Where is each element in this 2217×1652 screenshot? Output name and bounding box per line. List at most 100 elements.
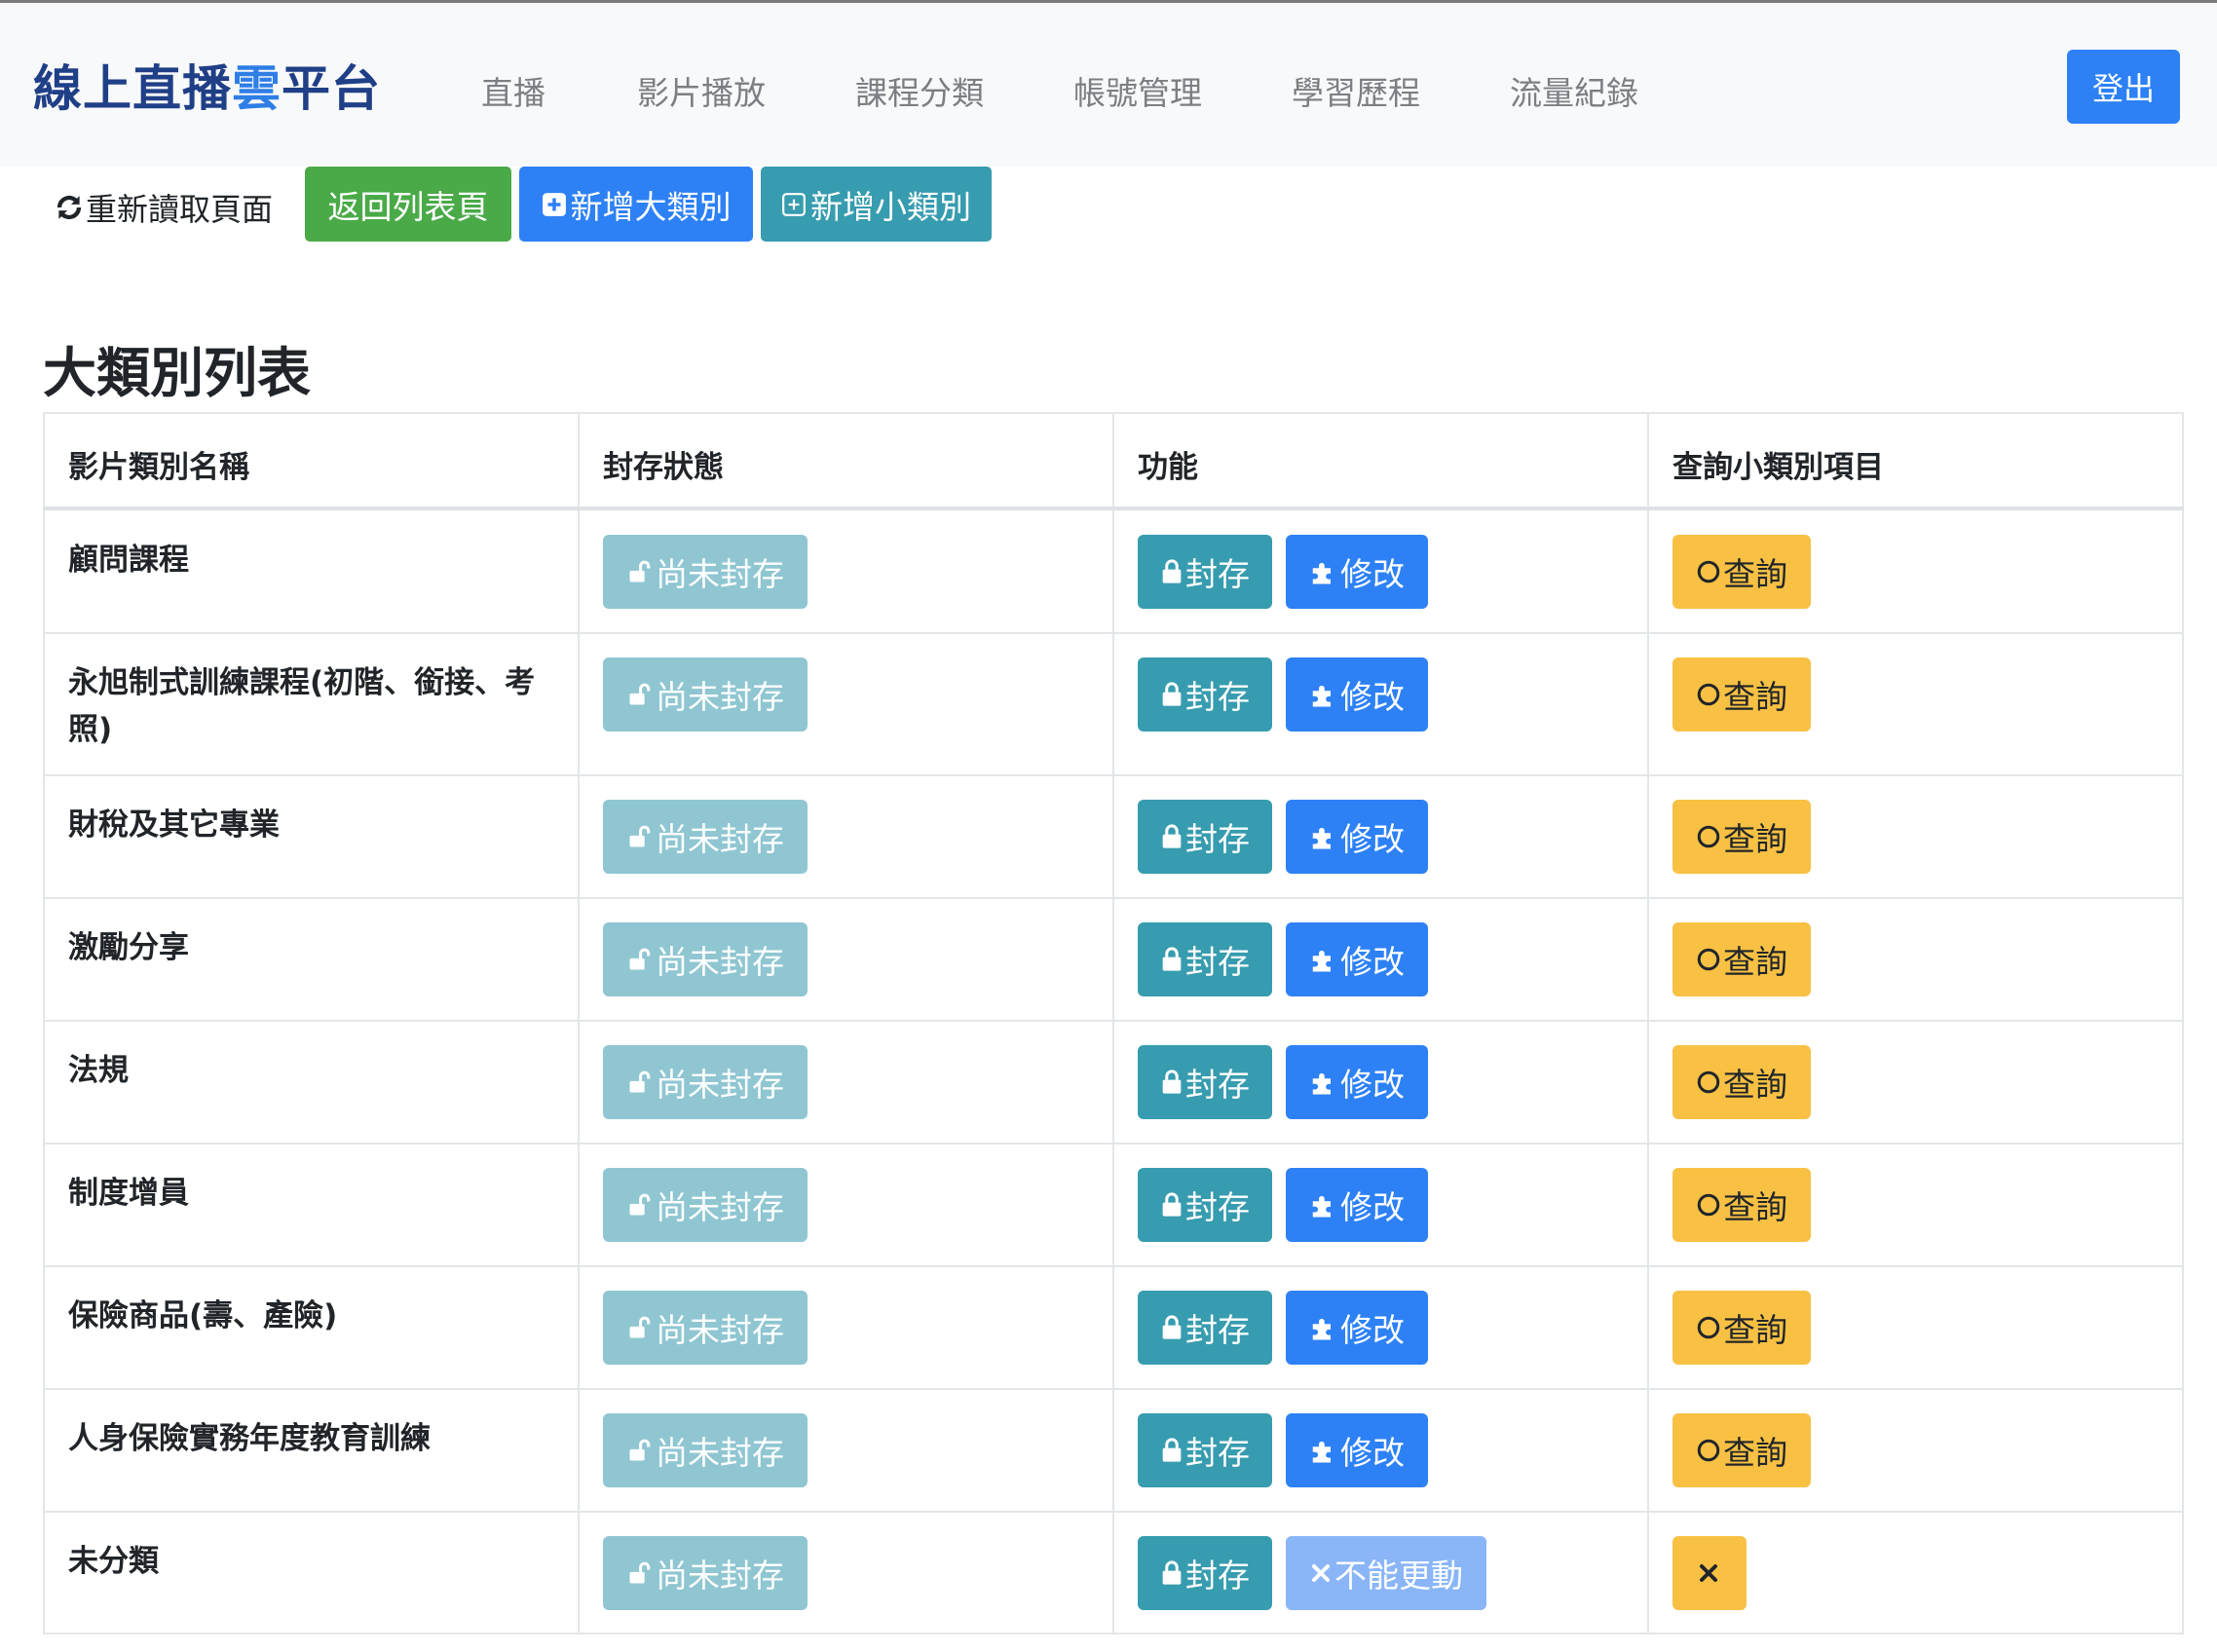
nav-link-live[interactable]: 直播 [481, 67, 545, 114]
circle-icon [1696, 824, 1723, 849]
archive-status-button[interactable]: 尚未封存 [603, 1536, 808, 1610]
archive-button[interactable]: 封存 [1138, 1291, 1272, 1365]
lock-icon [1160, 823, 1185, 850]
modify-button[interactable]: 修改 [1286, 1168, 1428, 1242]
archive-status-label: 尚未封存 [656, 1557, 784, 1595]
archive-status-button[interactable]: 尚未封存 [603, 1168, 808, 1242]
archive-button[interactable]: 封存 [1138, 1413, 1272, 1487]
archive-status-button[interactable]: 尚未封存 [603, 657, 808, 732]
query-subcategory-button[interactable]: 查詢 [1672, 1045, 1811, 1119]
query-label: 查詢 [1723, 1434, 1787, 1472]
archive-status-button[interactable]: 尚未封存 [603, 922, 808, 996]
category-name: 財稅及其它專業 [68, 807, 280, 843]
archive-status-label: 尚未封存 [656, 1311, 784, 1349]
lock-icon [1160, 1559, 1185, 1587]
category-name: 未分類 [68, 1544, 159, 1579]
nav-link-video-playback[interactable]: 影片播放 [637, 67, 766, 114]
query-subcategory-button[interactable]: 查詢 [1672, 800, 1811, 874]
plus-square-icon [542, 192, 571, 217]
archive-status-button[interactable]: 尚未封存 [603, 1291, 808, 1365]
unlock-icon [626, 558, 656, 585]
archive-button[interactable]: 封存 [1138, 1168, 1272, 1242]
navbar: 線上直播雲平台 直播 影片播放 課程分類 帳號管理 學習歷程 流量紀錄 登出 [0, 3, 2217, 167]
nav-link-course-categories[interactable]: 課程分類 [855, 67, 984, 114]
puzzle-icon [1309, 1313, 1340, 1342]
puzzle-icon [1309, 822, 1340, 851]
circle-icon [1696, 1438, 1723, 1463]
archive-status-button[interactable]: 尚未封存 [603, 1413, 808, 1487]
nav-link-account-management[interactable]: 帳號管理 [1073, 67, 1202, 114]
back-to-list-button[interactable]: 返回列表頁 [305, 167, 511, 242]
row-divider [43, 1265, 2184, 1267]
add-minor-category-button[interactable]: 新增小類別 [761, 167, 992, 242]
logout-button[interactable]: 登出 [2067, 50, 2180, 124]
row-divider [43, 897, 2184, 899]
modify-button[interactable]: 修改 [1286, 922, 1428, 996]
query-subcategory-button[interactable]: 查詢 [1672, 1291, 1811, 1365]
cannot-modify-label: 不能更動 [1334, 1557, 1463, 1595]
query-label: 查詢 [1723, 1066, 1787, 1104]
modify-label: 修改 [1340, 820, 1405, 858]
add-minor-category-label: 新增小類別 [810, 187, 971, 226]
unlock-icon [626, 1314, 656, 1341]
row-divider [43, 774, 2184, 776]
archive-status-button[interactable]: 尚未封存 [603, 535, 808, 609]
unlock-icon [626, 946, 656, 973]
add-major-category-button[interactable]: 新增大類別 [519, 167, 753, 242]
nav-link-traffic-log[interactable]: 流量紀錄 [1510, 67, 1638, 114]
query-subcategory-button[interactable]: 查詢 [1672, 657, 1811, 732]
modify-button[interactable]: 修改 [1286, 800, 1428, 874]
archive-label: 封存 [1185, 1557, 1250, 1595]
column-divider [1647, 412, 1649, 1634]
unlock-icon [626, 823, 656, 850]
query-label: 查詢 [1723, 1188, 1787, 1226]
modify-button[interactable]: 修改 [1286, 1413, 1428, 1487]
brand-logo[interactable]: 線上直播雲平台 [33, 50, 381, 120]
query-subcategory-button[interactable]: 查詢 [1672, 1168, 1811, 1242]
query-label: 查詢 [1723, 820, 1787, 858]
category-name: 人身保險實務年度教育訓練 [68, 1421, 431, 1456]
archive-button[interactable]: 封存 [1138, 1536, 1272, 1610]
query-label: 查詢 [1723, 555, 1787, 593]
category-name: 激勵分享 [68, 930, 189, 965]
no-query-button[interactable] [1672, 1536, 1747, 1610]
archive-button[interactable]: 封存 [1138, 535, 1272, 609]
archive-button[interactable]: 封存 [1138, 1045, 1272, 1119]
archive-label: 封存 [1185, 1066, 1250, 1104]
x-icon [1309, 1561, 1334, 1585]
query-subcategory-button[interactable]: 查詢 [1672, 1413, 1811, 1487]
circle-icon [1696, 1070, 1723, 1095]
puzzle-icon [1309, 945, 1340, 974]
query-subcategory-button[interactable]: 查詢 [1672, 535, 1811, 609]
archive-status-label: 尚未封存 [656, 555, 784, 593]
unlock-icon [626, 681, 656, 708]
modify-label: 修改 [1340, 1188, 1405, 1226]
modify-button[interactable]: 修改 [1286, 1291, 1428, 1365]
back-to-list-label: 返回列表頁 [327, 187, 489, 226]
column-divider [578, 412, 580, 1634]
archive-button[interactable]: 封存 [1138, 657, 1272, 732]
modify-button[interactable]: 修改 [1286, 1045, 1428, 1119]
reload-page-link[interactable]: 重新讀取頁面 [55, 185, 273, 230]
archive-button[interactable]: 封存 [1138, 922, 1272, 996]
modify-button[interactable]: 修改 [1286, 657, 1428, 732]
archive-status-button[interactable]: 尚未封存 [603, 1045, 808, 1119]
modify-label: 修改 [1340, 1434, 1405, 1472]
modify-button[interactable]: 修改 [1286, 535, 1428, 609]
puzzle-icon [1309, 680, 1340, 709]
archive-status-label: 尚未封存 [656, 1188, 784, 1226]
archive-button[interactable]: 封存 [1138, 800, 1272, 874]
row-divider [43, 632, 2184, 634]
plus-square-outline-icon [781, 192, 810, 217]
header-divider [43, 507, 2184, 510]
archive-label: 封存 [1185, 678, 1250, 716]
refresh-icon [55, 193, 84, 222]
row-divider [43, 1388, 2184, 1390]
archive-status-button[interactable]: 尚未封存 [603, 800, 808, 874]
puzzle-icon [1309, 1068, 1340, 1097]
cannot-modify-button: 不能更動 [1286, 1536, 1486, 1610]
lock-icon [1160, 1314, 1185, 1341]
nav-link-learning-history[interactable]: 學習歷程 [1292, 67, 1420, 114]
brand-prefix: 線上直播 [33, 60, 232, 117]
query-subcategory-button[interactable]: 查詢 [1672, 922, 1811, 996]
